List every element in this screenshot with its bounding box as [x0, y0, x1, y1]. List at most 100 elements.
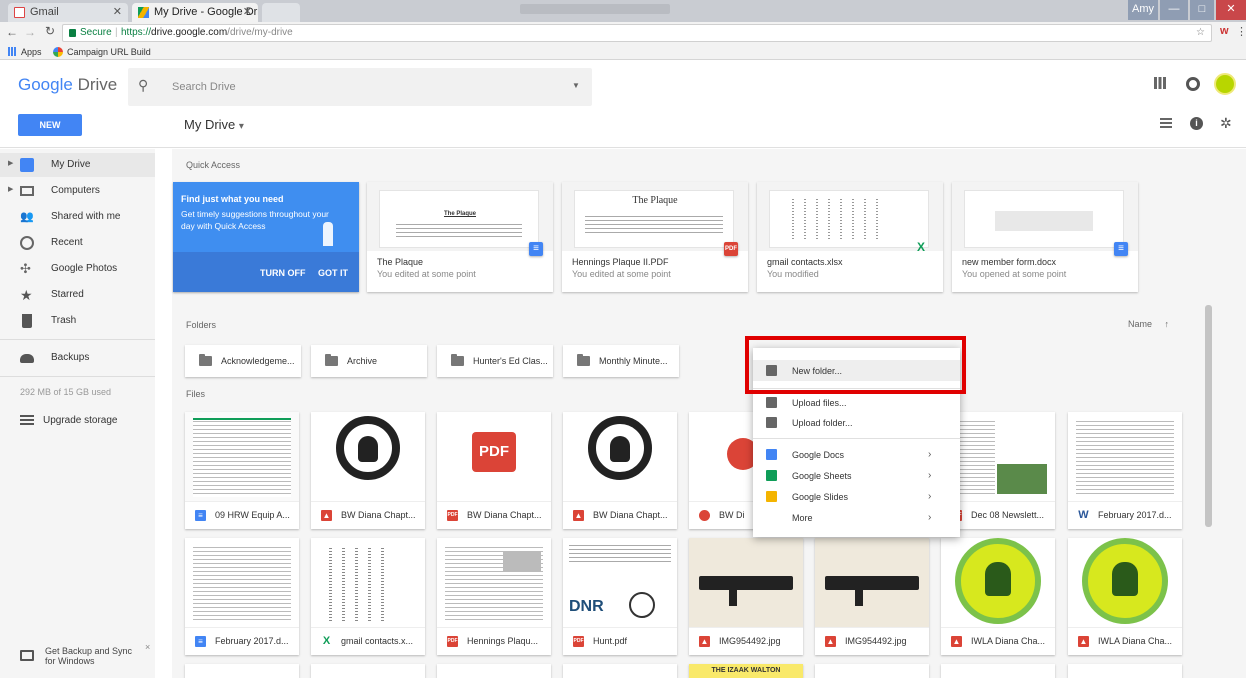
menu-item-google-slides[interactable]: Google Slides › [753, 486, 960, 507]
sidebar-item-backups[interactable]: Backups [0, 346, 155, 370]
url-field[interactable]: Secure | https://drive.google.com/drive/… [62, 24, 1212, 42]
profile-button[interactable]: Amy [1128, 0, 1158, 20]
file-item[interactable] [311, 664, 425, 678]
tab-my-drive[interactable]: My Drive - Google Drive ✕ [132, 3, 258, 22]
rifle-image [825, 576, 919, 590]
avatar[interactable] [1214, 73, 1236, 95]
sidebar-item-shared[interactable]: 👥 Shared with me [0, 205, 155, 229]
close-tab-icon[interactable]: ✕ [243, 3, 252, 22]
quick-access-card[interactable]: The Plaque ≡ The Plaque You edited at so… [367, 182, 553, 292]
folder-item[interactable]: Archive [311, 345, 427, 377]
people-icon: 👥 [20, 211, 34, 223]
file-item[interactable]: ≡ February 2017.d... [185, 538, 299, 655]
new-tab-button[interactable] [262, 3, 300, 22]
sidebar-item-trash[interactable]: Trash [0, 309, 155, 333]
tab-label: Gmail [30, 6, 59, 18]
quick-access-heading: Quick Access [186, 160, 241, 170]
quick-access-card[interactable]: ≡ new member form.docx You opened at som… [952, 182, 1138, 292]
scrollbar[interactable] [1205, 305, 1212, 527]
bookmark-apps[interactable]: Apps [21, 47, 42, 57]
minimize-button[interactable]: — [1160, 0, 1188, 20]
quick-access-card[interactable]: X gmail contacts.xlsx You modified [757, 182, 943, 292]
word-icon: W [1078, 509, 1089, 521]
file-item[interactable] [1068, 664, 1182, 678]
chevron-right-icon: › [928, 512, 932, 523]
apps-launcher-icon[interactable] [1154, 77, 1166, 89]
quick-access-card[interactable]: The Plaque PDF Hennings Plaque II.PDF Yo… [562, 182, 748, 292]
file-item[interactable]: ▲ IWLA Diana Cha... [1068, 538, 1182, 655]
bookmark-campaign-url-builder[interactable]: Campaign URL Build [67, 47, 151, 57]
menu-item-upload-files[interactable]: Upload files... [753, 392, 960, 413]
file-item[interactable]: ▲ IMG954492.jpg [689, 538, 803, 655]
file-item[interactable] [437, 664, 551, 678]
extension-icon[interactable]: w [1220, 25, 1229, 37]
close-icon[interactable]: × [145, 642, 150, 652]
sidebar-item-my-drive[interactable]: ▶ My Drive [0, 153, 155, 177]
folder-item[interactable]: Monthly Minute... [563, 345, 679, 377]
file-item[interactable]: ▲ IMG954492.jpg [815, 538, 929, 655]
google-drive-logo[interactable]: Google Drive [18, 75, 117, 95]
address-bar-row: ← → ↻ Secure | https://drive.google.com/… [0, 22, 1246, 44]
file-item[interactable]: THE IZAAK WALTON [689, 664, 803, 678]
image-icon: ▲ [699, 636, 710, 647]
apps-grid-icon [8, 47, 17, 56]
file-item[interactable] [185, 664, 299, 678]
sort-by-name[interactable]: Name ↑ [1128, 319, 1169, 329]
file-item[interactable] [563, 664, 677, 678]
chevron-right-icon: › [928, 491, 932, 502]
chrome-menu-icon[interactable]: ⋮ [1236, 25, 1246, 38]
turn-off-button[interactable]: TURN OFF [260, 268, 306, 278]
campaign-favicon-icon [53, 47, 63, 57]
file-thumbnail: The Plaque [367, 182, 553, 251]
file-item[interactable]: PDF Hennings Plaqu... [437, 538, 551, 655]
menu-item-google-docs[interactable]: Google Docs › [753, 444, 960, 465]
search-options-icon[interactable]: ▼ [572, 81, 580, 90]
star-bookmark-icon[interactable]: ☆ [1196, 25, 1205, 41]
menu-item-google-sheets[interactable]: Google Sheets › [753, 465, 960, 486]
file-item[interactable] [815, 664, 929, 678]
info-icon[interactable]: i [1190, 117, 1203, 130]
file-item[interactable]: ▲ IWLA Diana Cha... [941, 538, 1055, 655]
file-item[interactable]: Xgmail contacts.x... [311, 538, 425, 655]
sidebar-item-computers[interactable]: ▶ Computers [0, 179, 155, 203]
search-input[interactable]: Search Drive [172, 81, 236, 93]
sidebar-item-starred[interactable]: ★ Starred [0, 283, 155, 307]
expand-arrow-icon[interactable]: ▶ [8, 185, 13, 193]
folder-item[interactable]: Hunter's Ed Clas... [437, 345, 553, 377]
file-item[interactable] [941, 664, 1055, 678]
file-item[interactable]: ≡ 09 HRW Equip A... [185, 412, 299, 529]
menu-item-more[interactable]: More › [753, 507, 960, 528]
backup-sync-promo[interactable]: Get Backup and Sync for Windows × [0, 638, 155, 678]
back-icon[interactable]: ← [6, 25, 18, 39]
maximize-button[interactable]: □ [1190, 0, 1214, 20]
new-button[interactable]: NEW [18, 114, 82, 136]
folder-item[interactable]: Acknowledgeme... [185, 345, 301, 377]
notifications-icon[interactable] [1186, 77, 1200, 91]
list-view-icon[interactable] [1160, 118, 1172, 128]
upgrade-storage-link[interactable]: Upgrade storage [0, 411, 155, 431]
drive-toolbar: NEW My Drive ▾ i ✲ [0, 112, 1246, 148]
storage-usage: 292 MB of 15 GB used [20, 387, 112, 397]
forward-icon[interactable]: → [24, 25, 36, 39]
menu-item-upload-folder[interactable]: Upload folder... [753, 412, 960, 433]
location-dropdown[interactable]: My Drive ▾ [184, 117, 244, 132]
page-title: My Drive [184, 117, 236, 132]
search-box[interactable]: ⚲ Search Drive ▼ [128, 68, 592, 106]
file-item[interactable]: DNR PDF Hunt.pdf [563, 538, 677, 655]
got-it-button[interactable]: GOT IT [318, 268, 348, 278]
file-item[interactable]: PDF PDF BW Diana Chapt... [437, 412, 551, 529]
upload-folder-icon [766, 417, 777, 428]
file-item[interactable]: ▲ BW Diana Chapt... [563, 412, 677, 529]
file-item[interactable]: W February 2017.d... [1068, 412, 1182, 529]
trash-icon [22, 314, 32, 328]
star-icon: ★ [20, 287, 33, 303]
file-item[interactable]: ▲ BW Diana Chapt... [311, 412, 425, 529]
sidebar-item-photos[interactable]: ✣ Google Photos [0, 257, 155, 281]
tab-gmail[interactable]: Gmail ✕ [8, 3, 128, 22]
reload-icon[interactable]: ↻ [45, 24, 55, 38]
expand-arrow-icon[interactable]: ▶ [8, 159, 13, 167]
close-window-button[interactable]: ✕ [1216, 0, 1246, 20]
gear-icon[interactable]: ✲ [1220, 115, 1232, 132]
sidebar-item-recent[interactable]: Recent [0, 231, 155, 255]
close-tab-icon[interactable]: ✕ [113, 3, 122, 22]
